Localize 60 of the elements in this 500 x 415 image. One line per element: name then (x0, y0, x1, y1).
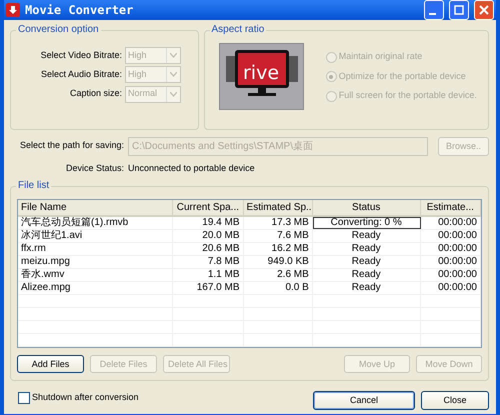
checkbox-label: Shutdown after conversion (32, 390, 140, 404)
table-cell: 00:00:00 (420, 269, 481, 281)
logo: rive (218, 43, 304, 110)
action-button[interactable]: Add Files (17, 355, 84, 373)
table-cell: meizu.mpg (18, 256, 174, 268)
table-cell: 00:00:00 (420, 217, 481, 229)
table-cell: 00:00:00 (420, 230, 481, 242)
device-status-value: Unconnected to portable device (128, 162, 255, 175)
maximize-icon (454, 5, 464, 15)
table-cell: 16.2 MB (244, 243, 313, 255)
table-cell: Alizee.mpg (18, 282, 174, 294)
table-cell: 1.1 MB (173, 269, 244, 281)
shutdown-checkbox[interactable] (18, 392, 30, 404)
table-cell: ffx.rm (18, 243, 174, 255)
table-cell: 00:00:00 (420, 256, 481, 268)
table-cell: 0.0 B (244, 282, 313, 294)
group-title: Conversion option (16, 24, 101, 36)
table-cell: 20.0 MB (173, 230, 244, 242)
table-cell: 167.0 MB (173, 282, 244, 294)
table-cell: Ready (312, 256, 421, 268)
path-label: Select the path for saving: (18, 139, 125, 152)
group-title: Aspect ratio (210, 24, 266, 36)
field-label: Select Audio Bitrate: (40, 68, 123, 81)
table-cell: 20.6 MB (173, 243, 244, 255)
table-cell: Converting: 0 % (312, 217, 421, 229)
column-header[interactable]: Estimate... (420, 200, 481, 215)
radio-label: Maintain original rate (338, 50, 422, 64)
dialog-button[interactable]: Cancel (313, 391, 415, 410)
close-icon (479, 5, 489, 15)
field-label: Select Video Bitrate: (40, 48, 123, 62)
table-cell: 2.6 MB (244, 269, 313, 281)
table-cell: Ready (312, 243, 421, 255)
app-icon (6, 3, 20, 17)
table-cell: 冰河世纪1.avi (18, 230, 174, 242)
table-cell: 7.6 MB (244, 230, 313, 242)
path-field[interactable]: C:\Documents and Settings\STAMP\桌面 (128, 136, 428, 156)
table-cell: 17.3 MB (244, 217, 313, 229)
device-status-label: Device Status: (64, 162, 125, 175)
column-header[interactable]: Estimated Sp... (244, 200, 313, 215)
table-cell: 19.4 MB (173, 217, 244, 229)
table-cell: Ready (312, 230, 421, 242)
close-button[interactable] (474, 0, 494, 20)
column-header[interactable]: Status (312, 200, 421, 215)
table-cell: 香水.wmv (18, 269, 174, 281)
column-header[interactable]: Current Spa... (173, 200, 244, 215)
table-cell: 00:00:00 (420, 243, 481, 255)
table-cell: Ready (312, 282, 421, 294)
maximize-button[interactable] (449, 0, 469, 20)
window-title: Movie Converter (25, 2, 134, 19)
column-header[interactable]: File Name (18, 200, 174, 215)
table-cell: 00:00:00 (420, 282, 481, 294)
radio-label: Full screen for the portable device. (338, 89, 477, 102)
field-label: Caption size: (68, 87, 123, 100)
table-cell: 7.8 MB (173, 256, 244, 268)
minimize-button[interactable] (424, 0, 444, 20)
radio-label: Optimize for the portable device (338, 70, 466, 83)
table-cell: 949.0 KB (244, 256, 313, 268)
table-cell: Ready (312, 269, 421, 281)
dialog-button[interactable]: Close (421, 391, 489, 410)
minimize-icon (429, 12, 436, 14)
